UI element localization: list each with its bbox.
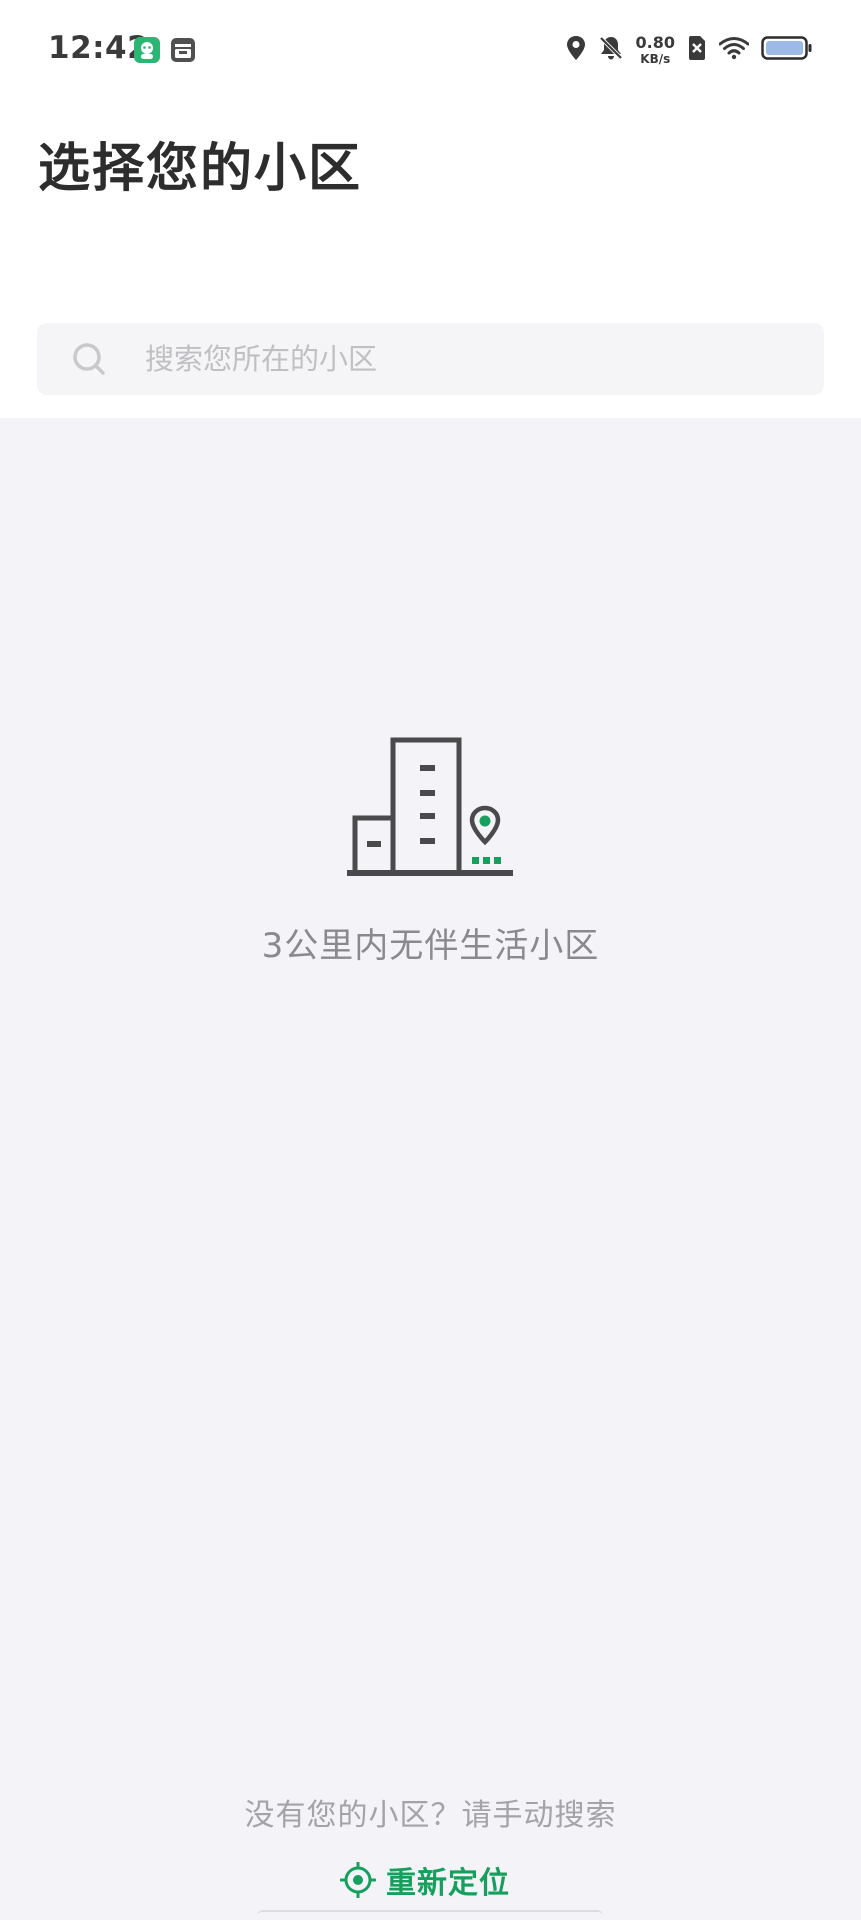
status-notification-icons	[134, 37, 196, 67]
home-indicator	[257, 1910, 603, 1920]
search-icon	[73, 343, 105, 375]
network-speed-unit: KB/s	[640, 52, 671, 66]
empty-state-message: 3公里内无伴生活小区	[261, 926, 600, 966]
status-system-icons: 0.80 KB/s	[566, 32, 813, 68]
locate-target-icon	[340, 1862, 376, 1898]
mute-bell-icon	[598, 35, 624, 65]
relocate-label: 重新定位	[386, 1866, 510, 1901]
battery-icon	[761, 35, 813, 65]
app-notification-icon	[134, 37, 160, 67]
wifi-icon	[718, 36, 750, 64]
search-input[interactable]	[145, 323, 805, 395]
location-icon	[566, 35, 586, 65]
sim-off-icon	[687, 35, 707, 65]
community-select-screen: 12:42 0.80 KB/s 选择您的小区 搜索您所在的小区 3公里内无伴生活…	[0, 0, 861, 1920]
network-speed: 0.80 KB/s	[635, 33, 675, 66]
search-bar[interactable]	[37, 323, 824, 395]
status-bar: 12:42 0.80 KB/s	[0, 0, 861, 100]
network-speed-value: 0.80	[635, 33, 675, 52]
relocate-button[interactable]: 重新定位	[340, 1858, 510, 1902]
building-location-icon	[347, 737, 513, 876]
page-title: 选择您的小区	[38, 139, 363, 199]
calendar-icon	[170, 37, 196, 67]
manual-search-hint[interactable]: 没有您的小区？请手动搜索	[0, 1790, 861, 1834]
